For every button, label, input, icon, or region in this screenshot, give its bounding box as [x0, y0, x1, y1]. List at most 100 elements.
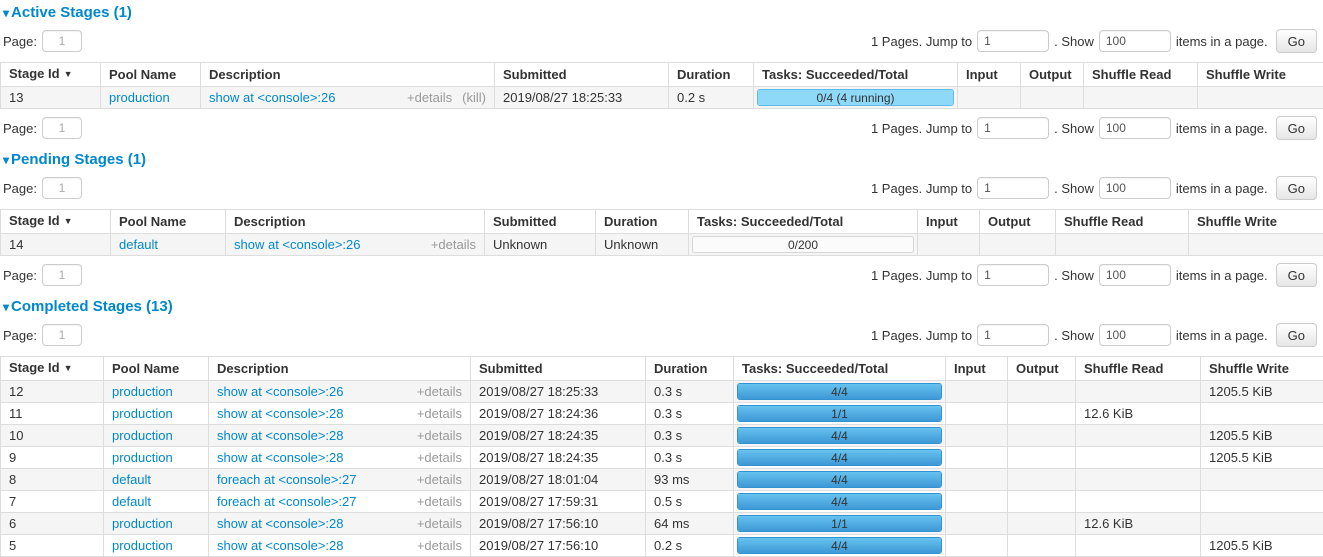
col-header-tasks-succeeded-total[interactable]: Tasks: Succeeded/Total	[754, 63, 958, 87]
details-toggle[interactable]: +details	[417, 406, 462, 421]
items-per-page-input[interactable]	[1099, 264, 1171, 286]
pool-name-link[interactable]: production	[112, 516, 173, 531]
input-cell	[946, 381, 1008, 403]
section-title-pending[interactable]: ▾Pending Stages (1)	[0, 151, 1323, 168]
col-header-tasks-succeeded-total[interactable]: Tasks: Succeeded/Total	[689, 210, 918, 234]
details-toggle[interactable]: +details	[417, 384, 462, 399]
description-link[interactable]: show at <console>:28	[217, 538, 343, 553]
description-link[interactable]: show at <console>:26	[209, 90, 335, 105]
page-input[interactable]	[42, 30, 82, 52]
page-input[interactable]	[42, 264, 82, 286]
kill-link[interactable]: (kill)	[462, 90, 486, 105]
description-wrap: show at <console>:26 +details	[217, 384, 462, 399]
collapse-arrow-icon[interactable]: ▾	[3, 300, 9, 314]
items-per-page-input[interactable]	[1099, 324, 1171, 346]
col-header-input[interactable]: Input	[918, 210, 980, 234]
pool-name-link[interactable]: default	[119, 237, 158, 252]
items-per-page-input[interactable]	[1099, 30, 1171, 52]
pool-name-link[interactable]: default	[112, 472, 151, 487]
col-header-shuffle-read[interactable]: Shuffle Read	[1056, 210, 1189, 234]
details-toggle[interactable]: +details	[417, 450, 462, 465]
go-button[interactable]: Go	[1276, 263, 1317, 287]
col-header-stage-id[interactable]: Stage Id▼	[1, 210, 111, 234]
col-header-output[interactable]: Output	[980, 210, 1056, 234]
col-header-shuffle-write[interactable]: Shuffle Write	[1201, 357, 1323, 381]
col-header-tasks-succeeded-total[interactable]: Tasks: Succeeded/Total	[734, 357, 946, 381]
details-toggle[interactable]: +details	[417, 494, 462, 509]
col-header-output[interactable]: Output	[1008, 357, 1076, 381]
description-link[interactable]: show at <console>:28	[217, 406, 343, 421]
col-header-input[interactable]: Input	[946, 357, 1008, 381]
page-input[interactable]	[42, 324, 82, 346]
details-toggle[interactable]: +details	[431, 237, 476, 252]
col-header-input[interactable]: Input	[958, 63, 1021, 87]
col-header-submitted[interactable]: Submitted	[471, 357, 646, 381]
tasks-progress-cell: 4/4	[734, 469, 946, 491]
col-header-submitted[interactable]: Submitted	[485, 210, 596, 234]
progress-label: 0/200	[693, 237, 913, 253]
col-header-output[interactable]: Output	[1021, 63, 1084, 87]
tasks-progress-cell: 0/4 (4 running)	[754, 87, 958, 109]
go-button[interactable]: Go	[1276, 116, 1317, 140]
col-header-stage-id[interactable]: Stage Id▼	[1, 63, 101, 87]
col-header-submitted[interactable]: Submitted	[495, 63, 669, 87]
collapse-arrow-icon[interactable]: ▾	[3, 153, 9, 167]
col-header-shuffle-write[interactable]: Shuffle Write	[1189, 210, 1323, 234]
col-header-duration[interactable]: Duration	[669, 63, 754, 87]
col-header-shuffle-read[interactable]: Shuffle Read	[1076, 357, 1201, 381]
col-header-duration[interactable]: Duration	[596, 210, 689, 234]
pool-name-link[interactable]: production	[112, 450, 173, 465]
col-header-description[interactable]: Description	[209, 357, 471, 381]
pool-name-link[interactable]: production	[109, 90, 170, 105]
go-button[interactable]: Go	[1276, 323, 1317, 347]
pool-name-link[interactable]: production	[112, 538, 173, 553]
description-cell: show at <console>:28 +details	[209, 403, 471, 425]
jump-to-page-input[interactable]	[977, 177, 1049, 199]
description-link[interactable]: show at <console>:28	[217, 516, 343, 531]
col-header-description[interactable]: Description	[226, 210, 485, 234]
col-header-shuffle-read[interactable]: Shuffle Read	[1084, 63, 1198, 87]
col-header-description[interactable]: Description	[201, 63, 495, 87]
details-toggle[interactable]: +details	[417, 428, 462, 443]
go-button[interactable]: Go	[1276, 29, 1317, 53]
description-link[interactable]: foreach at <console>:27	[217, 472, 357, 487]
col-header-duration[interactable]: Duration	[646, 357, 734, 381]
submitted-cell: 2019/08/27 18:24:35	[471, 447, 646, 469]
description-link[interactable]: show at <console>:26	[217, 384, 343, 399]
description-link[interactable]: show at <console>:28	[217, 428, 343, 443]
page-left-group: Page:	[3, 324, 82, 346]
details-toggle[interactable]: +details	[417, 472, 462, 487]
section-title-completed[interactable]: ▾Completed Stages (13)	[0, 298, 1323, 315]
pool-name-link[interactable]: production	[112, 384, 173, 399]
items-per-page-label: items in a page.	[1176, 181, 1268, 196]
stage-id-cell: 14	[1, 234, 111, 256]
col-header-pool-name[interactable]: Pool Name	[104, 357, 209, 381]
col-header-pool-name[interactable]: Pool Name	[101, 63, 201, 87]
shuffle-read-cell	[1076, 447, 1201, 469]
items-per-page-input[interactable]	[1099, 177, 1171, 199]
page-input[interactable]	[42, 117, 82, 139]
description-link[interactable]: foreach at <console>:27	[217, 494, 357, 509]
jump-to-page-input[interactable]	[977, 324, 1049, 346]
col-header-stage-id[interactable]: Stage Id▼	[1, 357, 104, 381]
details-toggle[interactable]: +details	[417, 516, 462, 531]
go-button[interactable]: Go	[1276, 176, 1317, 200]
jump-to-page-input[interactable]	[977, 117, 1049, 139]
details-toggle[interactable]: +details	[417, 538, 462, 553]
description-link[interactable]: show at <console>:28	[217, 450, 343, 465]
pool-name-link[interactable]: default	[112, 494, 151, 509]
pool-name-link[interactable]: production	[112, 406, 173, 421]
description-link[interactable]: show at <console>:26	[234, 237, 360, 252]
collapse-arrow-icon[interactable]: ▾	[3, 6, 9, 20]
stage-id-cell: 9	[1, 447, 104, 469]
col-header-pool-name[interactable]: Pool Name	[111, 210, 226, 234]
jump-to-page-input[interactable]	[977, 30, 1049, 52]
items-per-page-input[interactable]	[1099, 117, 1171, 139]
col-header-shuffle-write[interactable]: Shuffle Write	[1198, 63, 1323, 87]
page-input[interactable]	[42, 177, 82, 199]
col-header-label: Duration	[677, 67, 730, 82]
jump-to-page-input[interactable]	[977, 264, 1049, 286]
details-toggle[interactable]: +details	[407, 90, 452, 105]
pool-name-link[interactable]: production	[112, 428, 173, 443]
section-title-active[interactable]: ▾Active Stages (1)	[0, 4, 1323, 21]
